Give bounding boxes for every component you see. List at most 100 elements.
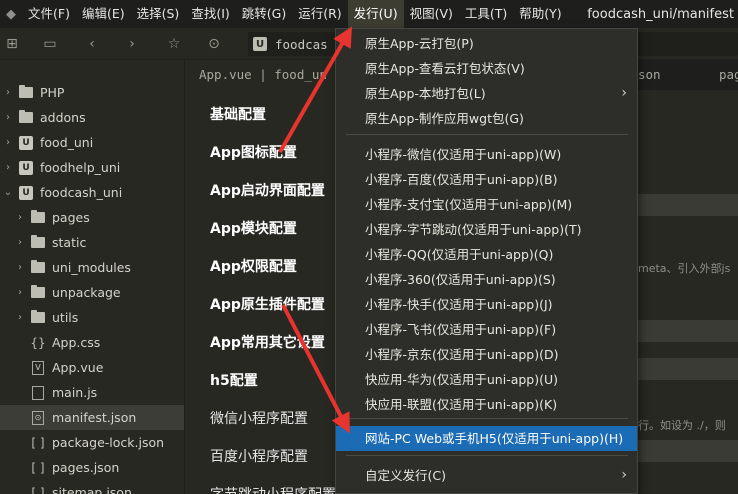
menu-help[interactable]: 帮助(Y) xyxy=(513,0,567,28)
run-icon[interactable]: ⊙ xyxy=(202,28,226,60)
tree-item[interactable]: V App.vue xyxy=(0,355,184,380)
dropdown-item[interactable]: 快应用-华为(仅适用于uni-app)(U) xyxy=(336,367,637,392)
config-app-splash[interactable]: App启动界面配置 xyxy=(210,180,325,200)
tree-item[interactable]: › addons xyxy=(0,105,184,130)
tree-item[interactable]: [ ] package-lock.json xyxy=(0,430,184,455)
config-basic[interactable]: 基础配置 xyxy=(210,104,266,124)
form-hint-text-1: meta、引入外部js xyxy=(638,262,731,275)
dropdown-item[interactable]: 原生App-本地打包(L) › xyxy=(336,81,637,106)
tab-manifest-json[interactable]: son xyxy=(638,60,661,90)
chevron-right-icon[interactable]: › xyxy=(14,212,26,223)
publish-dropdown-menu: 原生App-云打包(P) 原生App-查看云打包状态(V) 原生App-本地打包(L… xyxy=(335,28,638,494)
form-section-bar xyxy=(638,320,738,342)
dropdown-item-label: 小程序-京东(仅适用于uni-app)(D) xyxy=(365,347,559,362)
tree-item-label: main.js xyxy=(52,385,98,400)
dropdown-item-label: 原生App-云打包(P) xyxy=(365,36,474,51)
form-hint-text-2: 行。如设为 ./，则 xyxy=(638,419,726,432)
tree-item[interactable]: ⊙ manifest.json xyxy=(0,405,184,430)
tree-item-label: utils xyxy=(52,310,79,325)
config-app-other[interactable]: App常用其它设置 xyxy=(210,332,325,352)
save-icon[interactable]: ▭ xyxy=(38,28,62,60)
tab-pages-json[interactable]: pag xyxy=(719,60,738,90)
config-app-permissions[interactable]: App权限配置 xyxy=(210,256,297,276)
menu-file[interactable]: 文件(F) xyxy=(22,0,76,28)
chevron-down-icon[interactable]: ⌄ xyxy=(2,187,14,198)
dropdown-item[interactable]: 小程序-支付宝(仅适用于uni-app)(M) xyxy=(336,192,637,217)
tree-item[interactable]: › unpackage xyxy=(0,280,184,305)
tab-app-vue[interactable]: App.vue | food_un xyxy=(199,60,327,90)
tree-item[interactable]: › uni_modules xyxy=(0,255,184,280)
dropdown-item[interactable]: 原生App-制作应用wgt包(G) xyxy=(336,106,637,131)
folder-icon xyxy=(30,210,46,225)
dropdown-item[interactable]: 原生App-云打包(P) xyxy=(336,31,637,56)
dropdown-item[interactable]: 快应用-联盟(仅适用于uni-app)(K) xyxy=(336,392,637,417)
chevron-right-icon[interactable]: › xyxy=(2,137,14,148)
dropdown-item-label: 原生App-制作应用wgt包(G) xyxy=(365,111,524,126)
dropdown-item-label: 原生App-本地打包(L) xyxy=(365,86,486,101)
back-icon[interactable]: ‹ xyxy=(80,28,104,60)
new-file-icon[interactable]: ⊞ xyxy=(0,28,24,60)
chevron-right-icon[interactable]: › xyxy=(14,287,26,298)
dropdown-item[interactable]: 小程序-快手(仅适用于uni-app)(J) xyxy=(336,292,637,317)
chevron-right-icon[interactable]: › xyxy=(14,237,26,248)
dropdown-item[interactable]: 小程序-字节跳动(仅适用于uni-app)(T) xyxy=(336,217,637,242)
uni-project-icon: U xyxy=(18,135,34,150)
tree-item[interactable]: › pages xyxy=(0,205,184,230)
tree-item-label: uni_modules xyxy=(52,260,131,275)
tree-item[interactable]: › PHP xyxy=(0,80,184,105)
tree-item-label: static xyxy=(52,235,87,250)
tree-item[interactable]: ⌄ Ufoodcash_uni xyxy=(0,180,184,205)
config-h5[interactable]: h5配置 xyxy=(210,370,258,390)
json-file-icon: [ ] xyxy=(31,485,45,494)
tree-item[interactable]: › utils xyxy=(0,305,184,330)
forward-icon[interactable]: › xyxy=(120,28,144,60)
config-weixin-mp[interactable]: 微信小程序配置 xyxy=(210,408,308,428)
tree-item[interactable]: {} App.css xyxy=(0,330,184,355)
menu-run[interactable]: 运行(R) xyxy=(292,0,347,28)
window-title: foodcash_uni/manifest xyxy=(587,6,734,22)
star-icon[interactable]: ☆ xyxy=(162,28,186,60)
dropdown-item[interactable]: 小程序-微信(仅适用于uni-app)(W) xyxy=(336,142,637,167)
uni-project-icon: U xyxy=(18,160,34,175)
menu-view[interactable]: 视图(V) xyxy=(404,0,459,28)
tree-item[interactable]: [ ] pages.json xyxy=(0,455,184,480)
json-file-icon: [ ] xyxy=(31,460,45,475)
tree-item[interactable]: [ ] sitemap.json xyxy=(0,480,184,494)
config-toutiao-mp[interactable]: 字节跳动小程序配置 xyxy=(210,484,336,494)
folder-icon xyxy=(30,285,46,300)
tree-item[interactable]: › static xyxy=(0,230,184,255)
dropdown-item[interactable]: 自定义发行(C) › xyxy=(336,463,637,488)
menu-publish[interactable]: 发行(U) xyxy=(347,0,404,28)
dropdown-item[interactable]: 小程序-QQ(仅适用于uni-app)(Q) xyxy=(336,242,637,267)
folder-icon xyxy=(30,235,46,250)
tree-item[interactable]: main.js xyxy=(0,380,184,405)
config-app-native-plugins[interactable]: App原生插件配置 xyxy=(210,294,325,314)
tree-item[interactable]: › Ufoodhelp_uni xyxy=(0,155,184,180)
dropdown-item[interactable]: 小程序-百度(仅适用于uni-app)(B) xyxy=(336,167,637,192)
menu-find[interactable]: 查找(I) xyxy=(185,0,235,28)
js-file-icon xyxy=(30,385,46,400)
menu-edit[interactable]: 编辑(E) xyxy=(76,0,131,28)
dropdown-item[interactable]: 网站-PC Web或手机H5(仅适用于uni-app)(H) xyxy=(336,426,637,451)
dropdown-item[interactable]: 小程序-360(仅适用于uni-app)(S) xyxy=(336,267,637,292)
menu-tools[interactable]: 工具(T) xyxy=(459,0,513,28)
manifest-file-icon: ⊙ xyxy=(30,410,46,425)
tree-item-label: unpackage xyxy=(52,285,121,300)
form-section-bar xyxy=(638,358,738,380)
dropdown-item[interactable]: 原生App-查看云打包状态(V) xyxy=(336,56,637,81)
tree-item-label: App.vue xyxy=(52,360,104,375)
config-app-modules[interactable]: App模块配置 xyxy=(210,218,297,238)
chevron-right-icon[interactable]: › xyxy=(2,162,14,173)
chevron-right-icon[interactable]: › xyxy=(2,112,14,123)
dropdown-item[interactable]: 小程序-京东(仅适用于uni-app)(D) xyxy=(336,342,637,367)
json-file-icon: [ ] xyxy=(31,435,45,450)
config-app-icon[interactable]: App图标配置 xyxy=(210,142,297,162)
config-baidu-mp[interactable]: 百度小程序配置 xyxy=(210,446,308,466)
tree-item[interactable]: › Ufood_uni xyxy=(0,130,184,155)
menu-goto[interactable]: 跳转(G) xyxy=(236,0,292,28)
chevron-right-icon[interactable]: › xyxy=(2,87,14,98)
menu-select[interactable]: 选择(S) xyxy=(131,0,186,28)
chevron-right-icon[interactable]: › xyxy=(14,262,26,273)
chevron-right-icon[interactable]: › xyxy=(14,312,26,323)
dropdown-item[interactable]: 小程序-飞书(仅适用于uni-app)(F) xyxy=(336,317,637,342)
